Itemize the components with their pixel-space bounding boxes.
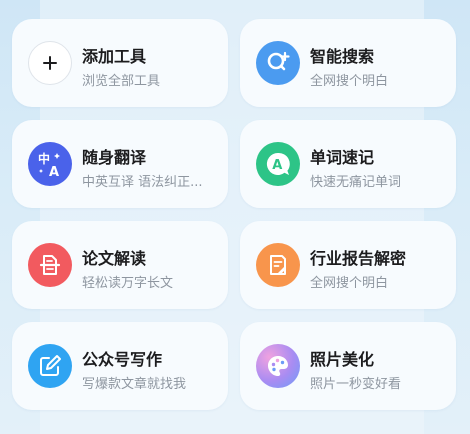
tool-title: 行业报告解密 — [310, 249, 407, 268]
report-icon — [256, 243, 300, 287]
search-plus-icon — [256, 41, 300, 85]
vocabulary-glyph: A — [272, 158, 282, 173]
tool-card-article-writing[interactable]: 公众号写作 写爆款文章就找我 — [12, 322, 228, 410]
document-scan-icon — [28, 243, 72, 287]
tool-card-industry-report[interactable]: 行业报告解密 全网搜个明白 — [240, 221, 456, 309]
tool-subtitle: 中英互译 语法纠正... — [82, 175, 203, 190]
tool-title: 智能搜索 — [310, 47, 375, 66]
tool-card-vocabulary[interactable]: A 单词速记 快速无痛记单词 — [240, 120, 456, 208]
tool-grid: 添加工具 浏览全部工具 智能搜索 全网搜个明白 中 A 随身翻译 中英互译 语法… — [12, 19, 458, 410]
translate-icon: 中 A — [28, 142, 72, 186]
tool-subtitle: 快速无痛记单词 — [310, 175, 402, 190]
plus-icon — [28, 41, 72, 85]
tool-title: 随身翻译 — [82, 148, 147, 167]
tool-card-photo-beautify[interactable]: 照片美化 照片一秒变好看 — [240, 322, 456, 410]
tool-title: 公众号写作 — [82, 350, 163, 369]
palette-icon — [256, 344, 300, 388]
tool-card-add-tools[interactable]: 添加工具 浏览全部工具 — [12, 19, 228, 107]
tool-card-translate[interactable]: 中 A 随身翻译 中英互译 语法纠正... — [12, 120, 228, 208]
tool-subtitle: 全网搜个明白 — [310, 74, 389, 89]
translate-glyph-bottom: A — [49, 165, 59, 179]
tool-title: 添加工具 — [82, 47, 147, 66]
tool-title: 照片美化 — [310, 350, 375, 369]
translate-glyph-top: 中 — [38, 151, 50, 166]
tool-subtitle: 全网搜个明白 — [310, 276, 389, 291]
vocabulary-icon: A — [256, 142, 300, 186]
edit-icon — [28, 344, 72, 388]
tool-card-paper-reading[interactable]: 论文解读 轻松读万字长文 — [12, 221, 228, 309]
tool-subtitle: 浏览全部工具 — [82, 74, 161, 89]
tool-title: 论文解读 — [82, 249, 147, 268]
tool-subtitle: 写爆款文章就找我 — [82, 377, 187, 392]
tool-title: 单词速记 — [310, 148, 375, 167]
tool-card-smart-search[interactable]: 智能搜索 全网搜个明白 — [240, 19, 456, 107]
tool-subtitle: 照片一秒变好看 — [310, 377, 402, 392]
tool-subtitle: 轻松读万字长文 — [82, 276, 174, 291]
